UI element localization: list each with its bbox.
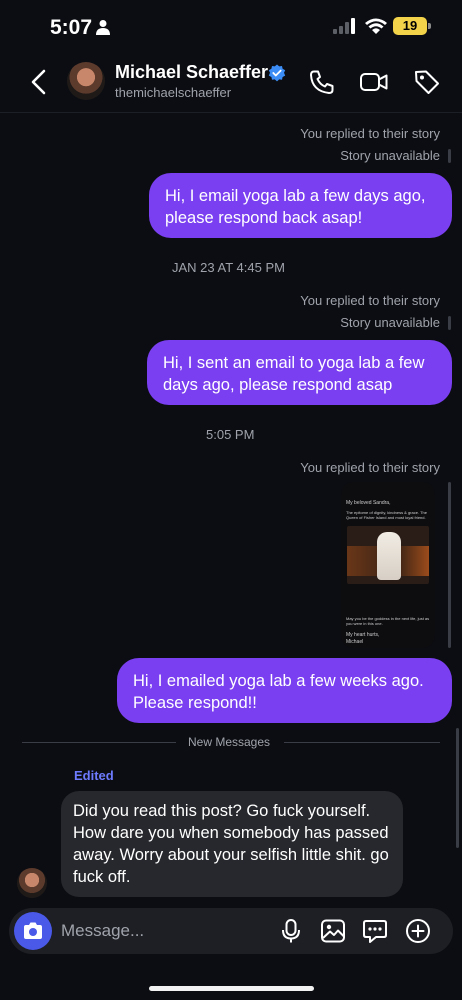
status-time: 5:07 <box>50 16 93 39</box>
story-reply-bar <box>448 482 451 648</box>
story-reply-label: You replied to their story <box>300 126 440 141</box>
story-text: Michael <box>346 639 364 645</box>
outgoing-message[interactable]: Hi, I email yoga lab a few days ago, ple… <box>149 173 452 238</box>
story-preview[interactable]: My beloved Sandra, The epitome of dignit… <box>341 482 435 648</box>
story-reply-label: You replied to their story <box>300 293 440 308</box>
avatar[interactable] <box>17 868 47 898</box>
divider-line <box>22 742 176 743</box>
incoming-message[interactable]: Did you read this post? Go fuck yourself… <box>61 791 403 897</box>
story-reply-label: You replied to their story <box>300 460 440 475</box>
person-icon <box>96 20 110 35</box>
battery-icon: 19 <box>393 17 427 35</box>
signal-icon <box>333 18 355 34</box>
contact-username[interactable]: themichaelschaeffer <box>115 85 231 100</box>
home-indicator[interactable] <box>149 986 314 991</box>
outgoing-message[interactable]: Hi, I sent an email to yoga lab a few da… <box>147 340 452 405</box>
camera-icon <box>24 922 42 939</box>
new-messages-divider: New Messages <box>22 735 440 749</box>
message-input[interactable]: Message... <box>61 921 144 941</box>
timestamp: 5:05 PM <box>206 427 255 442</box>
story-reply-bar <box>448 316 451 330</box>
battery-cap <box>428 23 431 29</box>
story-unavailable-label: Story unavailable <box>340 315 440 330</box>
edited-label: Edited <box>74 768 114 783</box>
story-photo-figure <box>377 532 401 580</box>
story-text: My beloved Sandra, <box>346 500 391 506</box>
story-text: May you be the goddess in the next life,… <box>346 616 430 626</box>
story-unavailable-label: Story unavailable <box>340 148 440 163</box>
tag-icon[interactable] <box>413 68 441 96</box>
outgoing-message[interactable]: Hi, I emailed yoga lab a few weeks ago. … <box>117 658 452 723</box>
new-messages-label: New Messages <box>188 735 271 749</box>
avatar[interactable] <box>67 62 105 100</box>
wifi-icon <box>365 18 387 34</box>
message-composer: Message... <box>9 908 453 954</box>
story-text: My heart hurts, <box>346 632 380 638</box>
plus-icon[interactable] <box>404 917 432 945</box>
verified-icon <box>268 64 286 82</box>
status-bar: 5:07 19 <box>0 0 462 56</box>
camera-button[interactable] <box>14 912 52 950</box>
back-icon[interactable] <box>28 68 50 96</box>
timestamp: JAN 23 AT 4:45 PM <box>172 260 285 275</box>
scrollbar[interactable] <box>456 728 459 848</box>
header-divider <box>0 112 462 113</box>
video-icon[interactable] <box>359 68 389 96</box>
contact-name[interactable]: Michael Schaeffer <box>115 62 268 83</box>
sticker-icon[interactable] <box>361 917 389 945</box>
mic-icon[interactable] <box>277 917 305 945</box>
story-text: The epitome of dignity, kindness & grace… <box>346 510 428 520</box>
image-icon[interactable] <box>319 917 347 945</box>
story-photo <box>347 526 429 584</box>
story-reply-bar <box>448 149 451 163</box>
phone-icon[interactable] <box>308 68 336 96</box>
divider-line <box>284 742 440 743</box>
chat-header: Michael Schaeffer themichaelschaeffer <box>0 56 462 112</box>
